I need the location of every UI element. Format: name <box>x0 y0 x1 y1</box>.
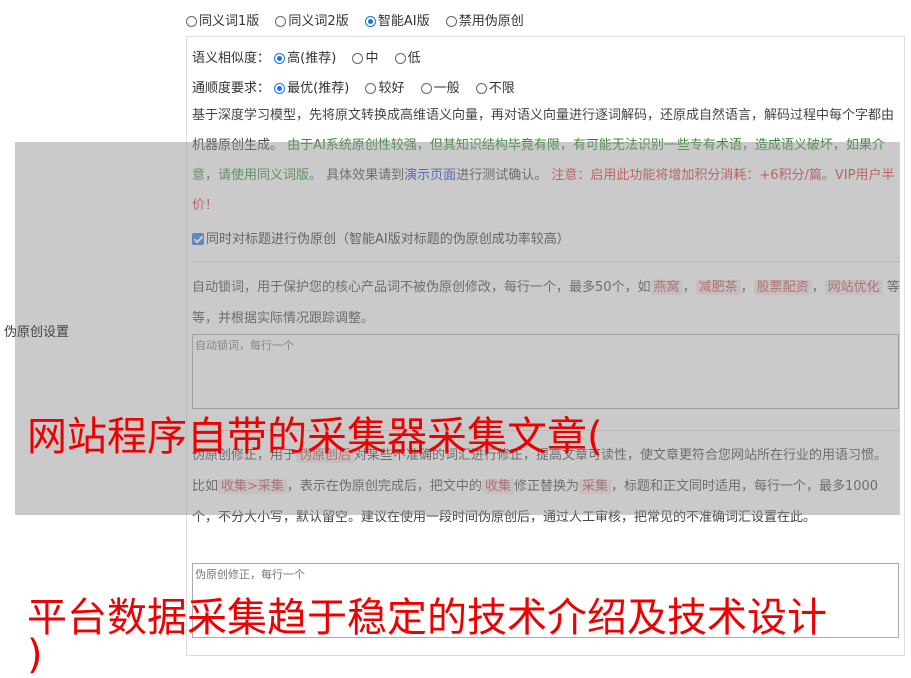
radio-selected-icon[interactable] <box>274 53 286 64</box>
mode-option-ai[interactable]: 智能AI版 <box>364 10 430 29</box>
radio-selected-icon[interactable] <box>364 16 376 27</box>
mode-label: 同义词2版 <box>288 14 349 29</box>
mode-label: 同义词1版 <box>199 14 260 29</box>
radio-icon[interactable] <box>420 83 432 94</box>
fluency-any[interactable]: 不限 <box>475 77 515 96</box>
radio-icon[interactable] <box>365 83 377 94</box>
radio-icon[interactable] <box>445 16 457 27</box>
radio-icon[interactable] <box>394 53 406 64</box>
similarity-row: 语义相似度： 高(推荐) 中 低 <box>192 47 433 66</box>
mode-label: 禁用伪原创 <box>458 14 524 29</box>
mode-option-synonym1[interactable]: 同义词1版 <box>186 10 259 29</box>
mode-option-synonym2[interactable]: 同义词2版 <box>275 10 349 29</box>
mode-option-disable[interactable]: 禁用伪原创 <box>445 10 524 29</box>
option-label: 低 <box>407 51 421 66</box>
overlay-headline-2: 平台数据采集趋于稳定的技术介绍及技术设计 <box>27 595 827 641</box>
fluency-best[interactable]: 最优(推荐) <box>274 77 349 96</box>
radio-icon[interactable] <box>475 83 487 94</box>
option-label: 高(推荐) <box>287 51 337 66</box>
fluency-row: 通顺度要求： 最优(推荐) 较好 一般 不限 <box>192 77 527 96</box>
fluency-good[interactable]: 较好 <box>365 77 404 96</box>
mode-radio-group: 同义词1版 同义词2版 智能AI版 禁用伪原创 <box>186 10 536 29</box>
option-label: 中 <box>365 51 379 66</box>
option-label: 最优(推荐) <box>287 81 350 96</box>
overlay-headline-1: 网站程序自带的采集器采集文章( <box>27 414 603 460</box>
mode-label: 智能AI版 <box>377 14 430 29</box>
similarity-label: 语义相似度： <box>192 51 271 66</box>
fluency-normal[interactable]: 一般 <box>420 77 460 96</box>
fluency-label: 通顺度要求： <box>192 81 271 96</box>
option-label: 一般 <box>433 81 460 96</box>
radio-selected-icon[interactable] <box>274 83 286 94</box>
option-label: 不限 <box>488 81 515 96</box>
option-label: 较好 <box>378 81 405 96</box>
similarity-high[interactable]: 高(推荐) <box>274 47 336 66</box>
similarity-low[interactable]: 低 <box>394 47 421 66</box>
radio-icon[interactable] <box>275 16 287 27</box>
section-side-label: 伪原创设置 <box>4 325 70 340</box>
radio-icon[interactable] <box>352 53 364 64</box>
similarity-medium[interactable]: 中 <box>352 47 378 66</box>
radio-icon[interactable] <box>186 16 197 27</box>
overlay-headline-3: ) <box>27 632 43 678</box>
